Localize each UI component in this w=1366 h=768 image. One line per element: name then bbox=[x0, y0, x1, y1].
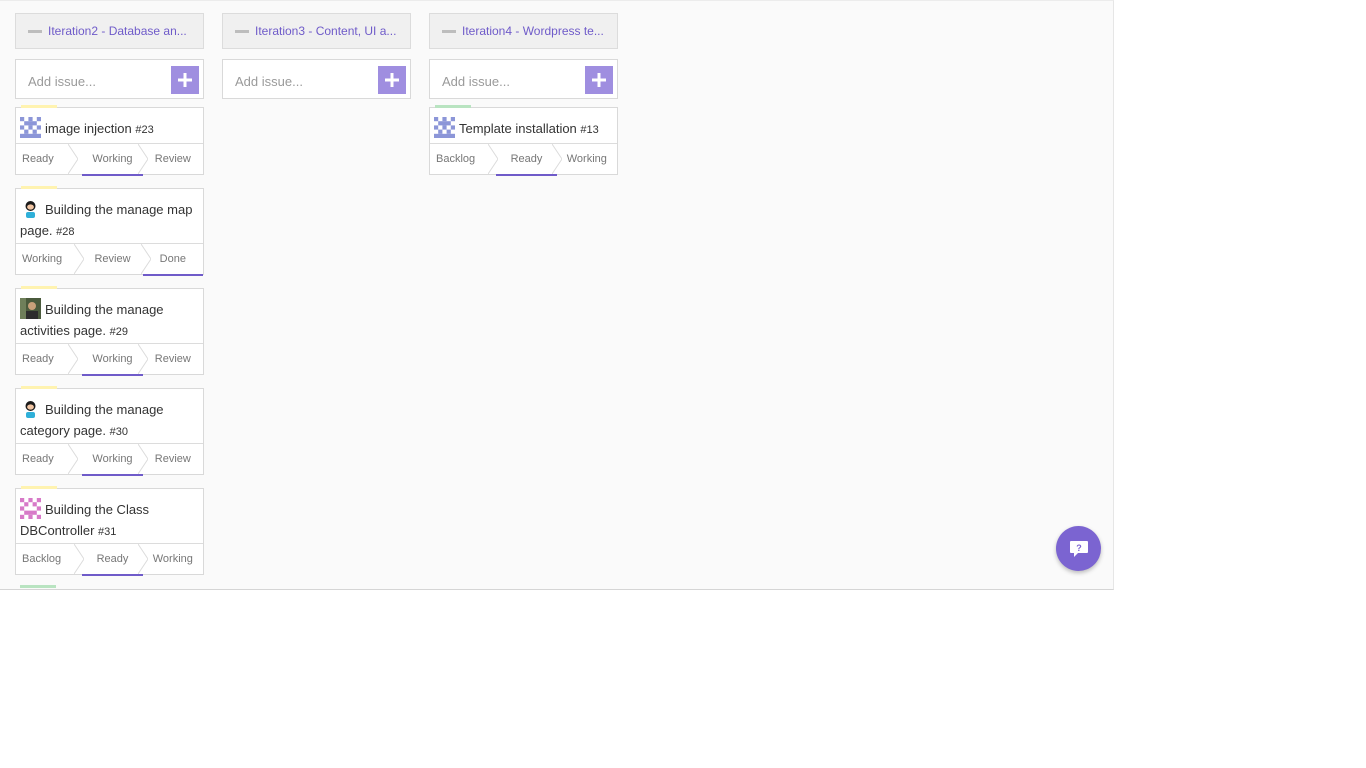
card-accent bbox=[21, 105, 57, 108]
column-header[interactable]: Iteration3 - Content, UI a... bbox=[222, 13, 411, 49]
card-accent bbox=[20, 585, 56, 588]
collapse-icon[interactable] bbox=[442, 29, 456, 33]
column-iteration4: Iteration4 - Wordpress te... Template in… bbox=[429, 13, 618, 176]
stage-ready[interactable]: Ready bbox=[16, 444, 82, 474]
add-issue-input[interactable] bbox=[26, 70, 170, 92]
column-title: Iteration2 - Database an... bbox=[48, 24, 187, 38]
add-issue-box bbox=[429, 59, 618, 99]
column-title: Iteration4 - Wordpress te... bbox=[462, 24, 604, 38]
issue-title[interactable]: Building the manage map page. bbox=[20, 202, 192, 238]
column-iteration3: Iteration3 - Content, UI a... bbox=[222, 13, 411, 99]
issue-title[interactable]: Building the manage category page. bbox=[20, 402, 164, 438]
stage-ready[interactable]: Ready bbox=[16, 344, 82, 374]
stage-review[interactable]: Review bbox=[143, 444, 203, 474]
issue-number: #28 bbox=[56, 226, 75, 238]
octocat-avatar bbox=[20, 198, 41, 219]
help-chat-button[interactable]: ? bbox=[1056, 526, 1101, 571]
octocat-avatar bbox=[20, 398, 41, 419]
column-iteration2: Iteration2 - Database an... image inject… bbox=[15, 13, 204, 588]
plus-icon bbox=[178, 73, 192, 87]
stage-bar: Working Review Done bbox=[16, 243, 204, 276]
issue-card[interactable]: Building the manage map page. #28 Workin… bbox=[15, 186, 204, 276]
issue-number: #13 bbox=[580, 124, 599, 136]
help-chat-icon: ? bbox=[1069, 540, 1088, 557]
card-accent bbox=[21, 186, 57, 189]
stage-bar: Ready Working Review bbox=[16, 343, 203, 376]
add-issue-button[interactable] bbox=[171, 66, 199, 94]
card-accent bbox=[21, 486, 57, 489]
add-issue-box bbox=[222, 59, 411, 99]
stage-backlog[interactable]: Backlog bbox=[16, 544, 82, 574]
identicon-pink-avatar bbox=[20, 498, 41, 519]
add-issue-input[interactable] bbox=[440, 70, 584, 92]
issue-title[interactable]: Template installation bbox=[459, 121, 577, 136]
stage-review[interactable]: Review bbox=[143, 344, 203, 374]
issue-number: #31 bbox=[98, 526, 117, 538]
issue-card[interactable]: Template installation #13 Backlog Ready … bbox=[429, 105, 618, 176]
add-issue-input[interactable] bbox=[233, 70, 377, 92]
board: Iteration2 - Database an... image inject… bbox=[0, 0, 1114, 590]
issue-card[interactable]: Building the manage category page. #30 R… bbox=[15, 386, 204, 476]
stage-working[interactable]: Working bbox=[16, 244, 82, 274]
issue-number: #29 bbox=[109, 326, 128, 338]
stage-review[interactable]: Review bbox=[143, 144, 203, 174]
stage-bar: Backlog Ready Working bbox=[430, 143, 617, 176]
add-issue-button[interactable] bbox=[585, 66, 613, 94]
collapse-icon[interactable] bbox=[235, 29, 249, 33]
issue-number: #23 bbox=[135, 124, 154, 136]
stage-bar: Backlog Ready Working bbox=[16, 543, 203, 576]
issue-number: #30 bbox=[109, 426, 128, 438]
column-title: Iteration3 - Content, UI a... bbox=[255, 24, 397, 38]
stage-working[interactable]: Working bbox=[82, 444, 143, 476]
issue-card[interactable]: Building the Class DBController #31 Back… bbox=[15, 486, 204, 576]
stage-bar: Ready Working Review bbox=[16, 443, 203, 476]
stage-working[interactable]: Working bbox=[143, 544, 203, 574]
column-header[interactable]: Iteration2 - Database an... bbox=[15, 13, 204, 49]
column-header[interactable]: Iteration4 - Wordpress te... bbox=[429, 13, 618, 49]
stage-done[interactable]: Done bbox=[142, 244, 204, 276]
stage-review[interactable]: Review bbox=[82, 244, 142, 274]
card-accent bbox=[21, 386, 57, 389]
identicon-blue-avatar bbox=[434, 117, 455, 138]
collapse-icon[interactable] bbox=[28, 29, 42, 33]
stage-working[interactable]: Working bbox=[557, 144, 617, 174]
plus-icon bbox=[385, 73, 399, 87]
stage-ready[interactable]: Ready bbox=[82, 544, 143, 576]
identicon-blue-avatar bbox=[20, 117, 41, 138]
add-issue-box bbox=[15, 59, 204, 99]
stage-bar: Ready Working Review bbox=[16, 143, 203, 176]
photo-avatar bbox=[20, 298, 41, 319]
svg-text:?: ? bbox=[1076, 543, 1082, 553]
stage-working[interactable]: Working bbox=[82, 144, 143, 176]
stage-ready[interactable]: Ready bbox=[16, 144, 82, 174]
issue-title[interactable]: Building the manage activities page. bbox=[20, 302, 164, 338]
card-accent bbox=[435, 105, 471, 108]
issue-card[interactable]: image injection #23 Ready Working Review bbox=[15, 105, 204, 176]
stage-ready[interactable]: Ready bbox=[496, 144, 557, 176]
add-issue-button[interactable] bbox=[378, 66, 406, 94]
plus-icon bbox=[592, 73, 606, 87]
issue-title[interactable]: image injection bbox=[45, 121, 132, 136]
card-accent bbox=[21, 286, 57, 289]
issue-card[interactable]: Building the manage activities page. #29… bbox=[15, 286, 204, 376]
stage-working[interactable]: Working bbox=[82, 344, 143, 376]
stage-backlog[interactable]: Backlog bbox=[430, 144, 496, 174]
